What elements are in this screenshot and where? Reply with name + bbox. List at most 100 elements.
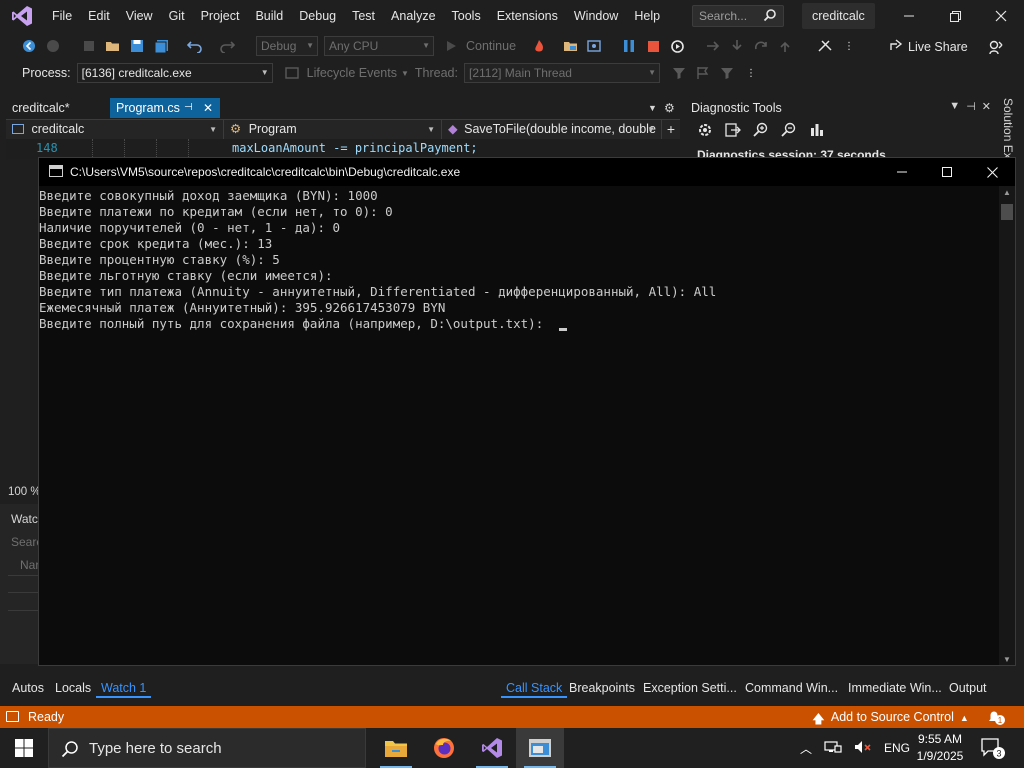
solution-config-dropdown[interactable]: Debug ▼: [256, 36, 318, 56]
tab-call-stack[interactable]: Call Stack: [501, 678, 568, 698]
flag-icon[interactable]: [694, 64, 712, 82]
chevron-down-icon[interactable]: ▼: [949, 100, 960, 113]
search-input[interactable]: Search...: [692, 5, 784, 27]
thread-dropdown[interactable]: [2112] Main Thread ▼: [463, 63, 660, 83]
console-output[interactable]: Введите совокупный доход заемщика (BYN):…: [39, 186, 999, 664]
back-icon[interactable]: [20, 37, 38, 55]
hot-reload-icon[interactable]: [530, 37, 548, 55]
scroll-up-icon[interactable]: ▲: [1003, 188, 1011, 197]
scroll-down-icon[interactable]: ▼: [1003, 655, 1011, 664]
show-hidden-icons-icon[interactable]: ︿: [800, 740, 812, 757]
stop-icon[interactable]: [644, 37, 662, 55]
tab-exception-settings[interactable]: Exception Setti...: [638, 678, 742, 698]
continue-button[interactable]: Continue: [466, 39, 516, 53]
gear-icon[interactable]: ⚙: [664, 98, 675, 118]
close-icon[interactable]: [978, 0, 1024, 32]
watch-window-title[interactable]: Watc: [11, 512, 38, 526]
tab-autos[interactable]: Autos: [7, 678, 49, 698]
menu-file[interactable]: File: [44, 0, 80, 32]
windows-start-icon[interactable]: [0, 728, 48, 768]
tab-command-window[interactable]: Command Win...: [740, 678, 843, 698]
class-dropdown[interactable]: ⚙ Program ▼: [224, 120, 442, 139]
play-icon[interactable]: [442, 37, 460, 55]
menu-debug[interactable]: Debug: [291, 0, 344, 32]
console-scrollbar[interactable]: ▲ ▼: [999, 186, 1015, 665]
restart-icon[interactable]: [668, 37, 686, 55]
zoom-level[interactable]: 100 %: [8, 486, 41, 498]
undo-icon[interactable]: [186, 37, 204, 55]
tab-creditcalc[interactable]: creditcalc*: [6, 98, 76, 118]
close-tab-icon[interactable]: ✕: [203, 98, 213, 118]
split-editor-icon[interactable]: +: [662, 120, 680, 139]
menu-extensions[interactable]: Extensions: [489, 0, 566, 32]
visual-studio-taskbar-icon[interactable]: [468, 728, 516, 768]
menu-window[interactable]: Window: [566, 0, 626, 32]
console-maximize-icon[interactable]: [924, 158, 970, 186]
volume-muted-icon[interactable]: [854, 740, 872, 757]
file-explorer-icon[interactable]: [372, 728, 420, 768]
copilot-icon[interactable]: [988, 39, 1004, 58]
network-icon[interactable]: [824, 740, 842, 757]
step-over-icon[interactable]: [752, 37, 770, 55]
save-all-icon[interactable]: [152, 37, 170, 55]
filter-icon[interactable]: [670, 64, 688, 82]
visual-studio-logo-icon[interactable]: [0, 0, 44, 32]
console-minimize-icon[interactable]: [879, 158, 925, 186]
menu-help[interactable]: Help: [626, 0, 668, 32]
notifications-bell-icon[interactable]: 1: [986, 709, 1006, 728]
firefox-icon[interactable]: [420, 728, 468, 768]
close-icon[interactable]: ✕: [982, 100, 991, 113]
console-close-icon[interactable]: [969, 158, 1015, 186]
pin-icon[interactable]: ⊣: [184, 98, 193, 118]
tab-watch-1[interactable]: Watch 1: [96, 678, 152, 698]
tab-output[interactable]: Output: [944, 678, 992, 698]
pause-icon[interactable]: [620, 37, 638, 55]
menu-git[interactable]: Git: [161, 0, 193, 32]
minimize-icon[interactable]: [886, 0, 932, 32]
lifecycle-events-dropdown[interactable]: Lifecycle Events: [307, 66, 397, 80]
member-dropdown[interactable]: ◆ SaveToFile(double income, double ▼: [442, 120, 662, 139]
pin-icon[interactable]: ⊣: [966, 100, 976, 113]
menu-edit[interactable]: Edit: [80, 0, 118, 32]
taskbar-search-input[interactable]: Type here to search: [48, 728, 366, 768]
process-dropdown[interactable]: [6136] creditcalc.exe ▼: [76, 63, 273, 83]
console-titlebar[interactable]: C:\Users\VM5\source\repos\creditcalc\cre…: [39, 158, 1015, 186]
console-taskbar-icon[interactable]: [516, 728, 564, 768]
tab-immediate-window[interactable]: Immediate Win...: [843, 678, 947, 698]
solution-explorer-label[interactable]: Solution Ex: [1001, 98, 1015, 159]
toolbar-overflow-icon[interactable]: ⋮: [840, 37, 858, 55]
toolbox-icon[interactable]: [816, 37, 834, 55]
input-language[interactable]: ENG: [884, 741, 910, 755]
live-share-button[interactable]: Live Share: [889, 38, 968, 55]
browse-folder-icon[interactable]: [562, 37, 580, 55]
code-editor[interactable]: 148 maxLoanAmount -= principalPayment;: [6, 139, 680, 159]
new-project-icon[interactable]: [80, 37, 98, 55]
reset-zoom-icon[interactable]: [809, 122, 825, 141]
zoom-in-icon[interactable]: [753, 122, 769, 141]
step-into-icon[interactable]: [728, 37, 746, 55]
solution-name-badge[interactable]: creditcalc: [802, 3, 875, 29]
action-center-icon[interactable]: 3: [980, 736, 1006, 763]
restore-icon[interactable]: [932, 0, 978, 32]
tab-locals[interactable]: Locals: [50, 678, 96, 698]
scroll-thumb[interactable]: [1001, 204, 1013, 220]
menu-analyze[interactable]: Analyze: [383, 0, 443, 32]
tab-breakpoints[interactable]: Breakpoints: [564, 678, 640, 698]
toolbar-overflow-icon[interactable]: ⋮: [742, 64, 760, 82]
stack-frame-icon[interactable]: [718, 64, 736, 82]
tab-program-cs[interactable]: Program.cs ⊣ ✕: [110, 98, 220, 118]
menu-build[interactable]: Build: [247, 0, 291, 32]
menu-view[interactable]: View: [118, 0, 161, 32]
step-out-icon[interactable]: [776, 37, 794, 55]
forward-icon[interactable]: [44, 37, 62, 55]
application-insights-icon[interactable]: [586, 37, 604, 55]
open-folder-icon[interactable]: [104, 37, 122, 55]
solution-platform-dropdown[interactable]: Any CPU ▼: [324, 36, 434, 56]
zoom-out-icon[interactable]: [781, 122, 797, 141]
menu-project[interactable]: Project: [193, 0, 248, 32]
redo-icon[interactable]: [218, 37, 236, 55]
console-window[interactable]: C:\Users\VM5\source\repos\creditcalc\cre…: [38, 157, 1016, 666]
console-prompt-line[interactable]: Введите полный путь для сохранения файла…: [39, 316, 999, 332]
export-icon[interactable]: [725, 122, 741, 141]
project-dropdown[interactable]: creditcalc ▼: [6, 120, 224, 139]
